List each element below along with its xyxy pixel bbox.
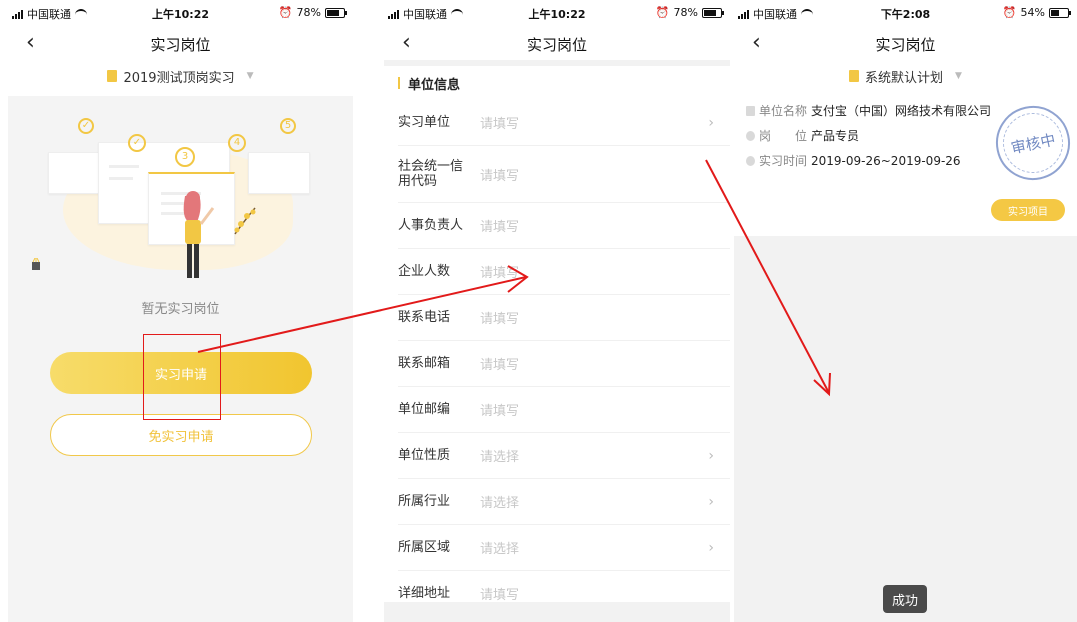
chevron-right-icon: › bbox=[708, 447, 714, 464]
internship-dates: 2019-09-26~2019-09-26 bbox=[811, 153, 961, 168]
field-placeholder: 请选择 bbox=[480, 542, 520, 557]
screen-internship-result: 中国联通 下午2:08 ⏰ 54% ‹ 实习岗位 系统默认计划 ▼ 单位名称 支… bbox=[734, 0, 1077, 622]
field-label: 联系邮箱 bbox=[398, 356, 451, 371]
chevron-right-icon: › bbox=[708, 539, 714, 556]
step-check-icon: ✓ bbox=[128, 134, 146, 152]
field-row-nature[interactable]: 单位性质 请选择 › bbox=[398, 433, 730, 479]
field-placeholder: 请选择 bbox=[480, 450, 520, 465]
page-title: 实习岗位 bbox=[526, 36, 587, 54]
plan-label: 系统默认计划 bbox=[865, 70, 944, 86]
document-icon bbox=[849, 70, 860, 82]
battery-icon bbox=[1049, 7, 1071, 18]
section-marker bbox=[398, 77, 400, 89]
status-bar: 中国联通 上午10:22 ⏰ 78% bbox=[384, 0, 730, 26]
field-row-employee-count[interactable]: 企业人数 请填写 bbox=[398, 249, 730, 295]
empty-illustration: ✓ ✓ 3 4 5 bbox=[32, 110, 310, 280]
battery-percent: 78% bbox=[296, 6, 321, 19]
plan-selector[interactable]: 2019测试顶岗实习 ▼ bbox=[8, 60, 353, 92]
battery-percent: 78% bbox=[673, 6, 698, 19]
field-row-email[interactable]: 联系邮箱 请填写 bbox=[398, 341, 730, 387]
plan-selector[interactable]: 系统默认计划 ▼ bbox=[734, 60, 1077, 92]
screen-unit-form: 中国联通 上午10:22 ⏰ 78% ‹ 实习岗位 单位信息 实习单位 请填写 … bbox=[384, 0, 730, 622]
field-placeholder: 请填写 bbox=[480, 168, 520, 184]
step-four-icon: 4 bbox=[228, 134, 246, 152]
field-row-industry[interactable]: 所属行业 请选择 › bbox=[398, 479, 730, 525]
chevron-right-icon: › bbox=[708, 493, 714, 510]
field-placeholder: 请填写 bbox=[480, 404, 520, 419]
battery-icon bbox=[702, 7, 724, 18]
exempt-apply-button[interactable]: 免实习申请 bbox=[50, 414, 312, 456]
field-placeholder: 请填写 bbox=[480, 588, 520, 603]
page-title: 实习岗位 bbox=[150, 36, 211, 54]
step-five-icon: 5 bbox=[280, 118, 296, 134]
field-label: 所属区域 bbox=[398, 540, 451, 555]
status-bar: 中国联通 上午10:22 ⏰ 78% bbox=[8, 0, 353, 26]
field-label: 详细地址 bbox=[398, 586, 451, 601]
pot-icon bbox=[32, 258, 40, 270]
field-placeholder: 请填写 bbox=[480, 117, 520, 132]
field-placeholder: 请填写 bbox=[480, 358, 520, 373]
caret-down-icon: ▼ bbox=[246, 71, 254, 81]
step-three-icon: 3 bbox=[175, 147, 195, 167]
alarm-icon: ⏰ bbox=[278, 6, 293, 19]
field-label: 单位邮编 bbox=[398, 402, 451, 417]
person-illustration-icon bbox=[183, 191, 215, 278]
internship-project-button[interactable]: 实习项目 bbox=[991, 199, 1065, 221]
plant-icon bbox=[234, 207, 256, 235]
field-row-region[interactable]: 所属区域 请选择 › bbox=[398, 525, 730, 571]
review-status-stamp: 审核中 bbox=[989, 99, 1077, 187]
page-title: 实习岗位 bbox=[875, 36, 936, 54]
field-label: 单位性质 bbox=[398, 448, 451, 463]
field-placeholder: 请选择 bbox=[480, 496, 520, 511]
success-toast: 成功 bbox=[883, 585, 927, 613]
field-label: 所属行业 bbox=[398, 494, 451, 509]
step-check-icon: ✓ bbox=[78, 118, 94, 134]
field-row-hr-contact[interactable]: 人事负责人 请填写 bbox=[398, 203, 730, 249]
empty-message: 暂无实习岗位 bbox=[141, 302, 220, 317]
field-placeholder: 请填写 bbox=[480, 266, 520, 281]
company-info: 单位名称 支付宝（中国）网络技术有限公司 bbox=[746, 102, 991, 119]
nav-bar: ‹ 实习岗位 bbox=[384, 26, 730, 60]
battery-icon bbox=[325, 7, 347, 18]
field-label: 人事负责人 bbox=[398, 218, 464, 233]
document-icon bbox=[107, 70, 118, 82]
plan-label: 2019测试顶岗实习 bbox=[123, 70, 235, 86]
field-row-credit-code[interactable]: 社会统一信用代码 请填写 bbox=[398, 146, 730, 203]
field-label: 实习单位 bbox=[398, 115, 451, 130]
battery-percent: 54% bbox=[1020, 6, 1045, 19]
screen-empty-state: 中国联通 上午10:22 ⏰ 78% ‹ 实习岗位 2019测试顶岗实习 ▼ ✓… bbox=[8, 0, 353, 622]
user-icon bbox=[746, 130, 755, 141]
nav-bar: ‹ 实习岗位 bbox=[734, 26, 1077, 60]
annotation-highlight-box bbox=[143, 334, 221, 420]
section-title: 单位信息 bbox=[384, 66, 730, 100]
building-icon bbox=[746, 105, 755, 116]
position-info: 岗 位 产品专员 bbox=[746, 127, 859, 144]
alarm-icon: ⏰ bbox=[1002, 6, 1017, 19]
field-row-phone[interactable]: 联系电话 请填写 bbox=[398, 295, 730, 341]
field-label: 企业人数 bbox=[398, 264, 451, 279]
field-row-postcode[interactable]: 单位邮编 请填写 bbox=[398, 387, 730, 433]
content-area bbox=[734, 236, 1077, 622]
company-name: 支付宝（中国）网络技术有限公司 bbox=[811, 104, 992, 118]
clock-icon bbox=[746, 155, 755, 166]
chevron-right-icon: › bbox=[708, 114, 714, 131]
field-row-company[interactable]: 实习单位 请填写 › bbox=[398, 100, 730, 146]
field-label: 社会统一信用代码 bbox=[398, 159, 464, 189]
nav-bar: ‹ 实习岗位 bbox=[8, 26, 353, 60]
field-placeholder: 请填写 bbox=[480, 220, 520, 235]
position-name: 产品专员 bbox=[811, 129, 860, 143]
field-label: 联系电话 bbox=[398, 310, 451, 325]
time-info: 实习时间 2019-09-26~2019-09-26 bbox=[746, 152, 961, 169]
caret-down-icon: ▼ bbox=[955, 71, 962, 81]
field-placeholder: 请填写 bbox=[480, 312, 520, 327]
status-bar: 中国联通 下午2:08 ⏰ 54% bbox=[734, 0, 1077, 26]
alarm-icon: ⏰ bbox=[655, 6, 670, 19]
